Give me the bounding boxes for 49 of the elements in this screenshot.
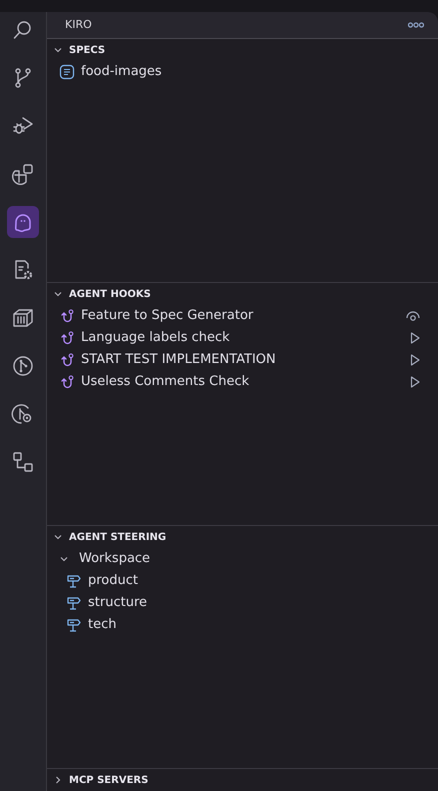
play-icon[interactable]: [410, 376, 420, 388]
section-title: AGENT HOOKS: [69, 288, 151, 302]
signpost-icon: [66, 573, 82, 589]
tree-item[interactable]: food-images: [47, 61, 438, 83]
play-icon[interactable]: [410, 332, 420, 344]
panel-title: KIRO: [65, 16, 92, 33]
section-title: SPECS: [69, 44, 106, 58]
item-label: Language labels check: [81, 329, 231, 348]
hook-icon: [59, 374, 75, 390]
section-header[interactable]: SPECS: [47, 39, 438, 61]
section-header[interactable]: MCP SERVERS: [47, 769, 438, 791]
item-label: product: [88, 572, 140, 590]
chevron-icon[interactable]: [53, 45, 63, 55]
activity-button[interactable]: [7, 206, 39, 238]
item-label: structure: [88, 594, 148, 612]
hook-icon: [59, 308, 75, 324]
section-title: MCP SERVERS: [69, 774, 148, 788]
chevron-icon[interactable]: [53, 289, 63, 299]
hook-icon: [59, 352, 75, 368]
item-label: Workspace: [79, 550, 152, 568]
item-label: tech: [88, 616, 118, 634]
document-icon: [59, 64, 75, 80]
eye-icon[interactable]: [406, 311, 420, 321]
extensions-icon: [11, 162, 35, 186]
chevron-icon[interactable]: [53, 775, 63, 785]
item-label: START TEST IMPLEMENTATION: [81, 351, 277, 370]
tree-item[interactable]: Useless Comments Check: [47, 371, 438, 393]
tree-item[interactable]: Feature to Spec Generator: [47, 305, 438, 327]
item-label: Feature to Spec Generator: [81, 307, 254, 326]
tree-item[interactable]: Language labels check: [47, 327, 438, 349]
graph-node-icon: [11, 354, 35, 378]
section-header[interactable]: AGENT STEERING: [47, 526, 438, 548]
tree-item[interactable]: product: [47, 570, 438, 592]
item-label: food-images: [81, 63, 163, 82]
more-icon[interactable]: [408, 22, 424, 28]
section-title: AGENT STEERING: [69, 530, 166, 544]
item-label: Useless Comments Check: [81, 373, 250, 392]
chevron-icon[interactable]: [53, 532, 63, 542]
diagram-icon: [11, 450, 35, 474]
tree-item[interactable]: START TEST IMPLEMENTATION: [47, 349, 438, 371]
play-icon[interactable]: [410, 354, 420, 366]
tree-item[interactable]: structure: [47, 592, 438, 614]
chevron-icon[interactable]: [59, 554, 69, 564]
tree-item[interactable]: tech: [47, 614, 438, 636]
signpost-icon: [66, 617, 82, 633]
signpost-icon: [66, 595, 82, 611]
section-header[interactable]: AGENT HOOKS: [47, 283, 438, 305]
tree-item[interactable]: Workspace: [47, 548, 438, 570]
hook-icon: [59, 330, 75, 346]
